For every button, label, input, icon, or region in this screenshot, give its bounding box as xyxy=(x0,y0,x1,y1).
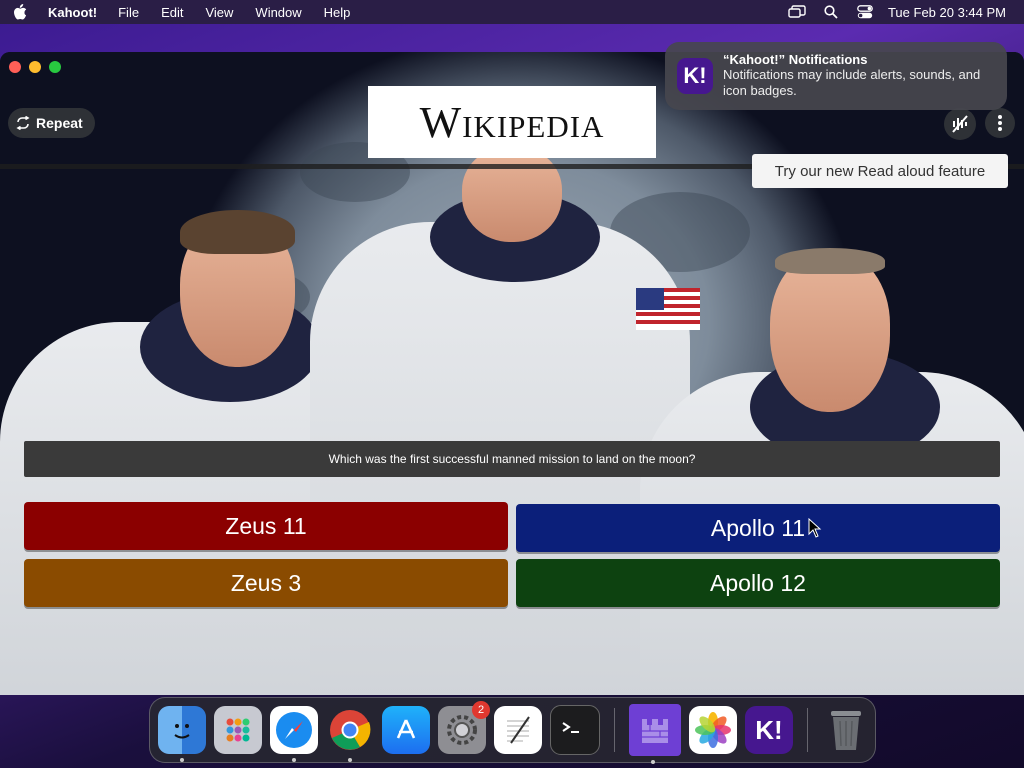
answer-label: Zeus 3 xyxy=(230,569,302,596)
dock: 2 K! xyxy=(149,697,876,764)
repeat-label: Repeat xyxy=(36,115,83,131)
menu-view[interactable]: View xyxy=(194,5,244,20)
menu-help[interactable]: Help xyxy=(313,5,362,20)
answer-button-4[interactable]: Apollo 12 xyxy=(516,559,1000,607)
safari-icon[interactable] xyxy=(270,706,318,762)
kahoot-web-app-icon[interactable] xyxy=(629,704,681,764)
repeat-button[interactable]: Repeat xyxy=(8,108,95,138)
textedit-icon[interactable] xyxy=(494,706,542,754)
read-aloud-muted-icon xyxy=(952,115,968,133)
photos-icon[interactable] xyxy=(689,706,737,754)
trash-icon[interactable] xyxy=(822,706,870,754)
more-options-button[interactable] xyxy=(985,108,1015,138)
control-center-icon[interactable] xyxy=(848,5,882,19)
apple-menu-icon[interactable] xyxy=(0,4,40,20)
vertical-ellipsis-icon xyxy=(998,115,1002,131)
chrome-icon[interactable] xyxy=(326,706,374,762)
app-store-icon[interactable] xyxy=(382,706,430,754)
window-controls xyxy=(9,61,61,73)
answer-button-1[interactable]: Zeus 11 xyxy=(24,502,508,550)
question-text: Which was the first successful manned mi… xyxy=(24,441,1000,477)
menu-bar: Kahoot! File Edit View Window Help Tue F… xyxy=(0,0,1024,24)
finder-icon[interactable] xyxy=(158,706,206,762)
spotlight-search-icon[interactable] xyxy=(814,5,848,19)
close-window-button[interactable] xyxy=(9,61,21,73)
us-flag-patch xyxy=(636,288,700,330)
read-aloud-button[interactable] xyxy=(944,108,976,140)
screen-mirroring-icon[interactable] xyxy=(780,5,814,19)
notification-body: Notifications may include alerts, sounds… xyxy=(723,67,981,98)
terminal-icon[interactable] xyxy=(550,705,600,755)
notification-banner[interactable]: K! “Kahoot!” Notifications Notifications… xyxy=(665,42,1007,110)
kahoot-dock-icon[interactable]: K! xyxy=(745,706,793,754)
menu-app-name[interactable]: Kahoot! xyxy=(40,5,107,20)
question-image-logo: Wikipedia xyxy=(368,86,656,158)
menu-window[interactable]: Window xyxy=(244,5,312,20)
answer-label: Zeus 11 xyxy=(225,512,307,539)
dock-separator xyxy=(614,708,615,752)
notification-title: “Kahoot!” Notifications xyxy=(723,52,868,67)
minimize-window-button[interactable] xyxy=(29,61,41,73)
notification-badge: 2 xyxy=(472,701,490,719)
zoom-window-button[interactable] xyxy=(49,61,61,73)
menu-file[interactable]: File xyxy=(107,5,150,20)
system-settings-icon[interactable]: 2 xyxy=(438,701,490,754)
repeat-icon xyxy=(16,116,30,130)
launchpad-icon[interactable] xyxy=(214,706,262,754)
answer-button-3[interactable]: Zeus 3 xyxy=(24,559,508,607)
menu-edit[interactable]: Edit xyxy=(150,5,194,20)
dock-separator xyxy=(807,708,808,752)
wikipedia-wordmark: Wikipedia xyxy=(419,97,605,147)
kahoot-app-icon: K! xyxy=(677,58,713,94)
answer-label: Apollo 12 xyxy=(710,569,806,596)
kahoot-window: Repeat Wikipedia Try our new Read aloud … xyxy=(0,52,1024,695)
menu-bar-clock[interactable]: Tue Feb 20 3:44 PM xyxy=(882,5,1006,20)
answer-label: Apollo 11 xyxy=(710,514,806,541)
mouse-pointer-icon xyxy=(808,518,822,538)
read-aloud-tooltip: Try our new Read aloud feature xyxy=(752,154,1008,188)
answer-button-2[interactable]: Apollo 11 xyxy=(516,504,1000,552)
